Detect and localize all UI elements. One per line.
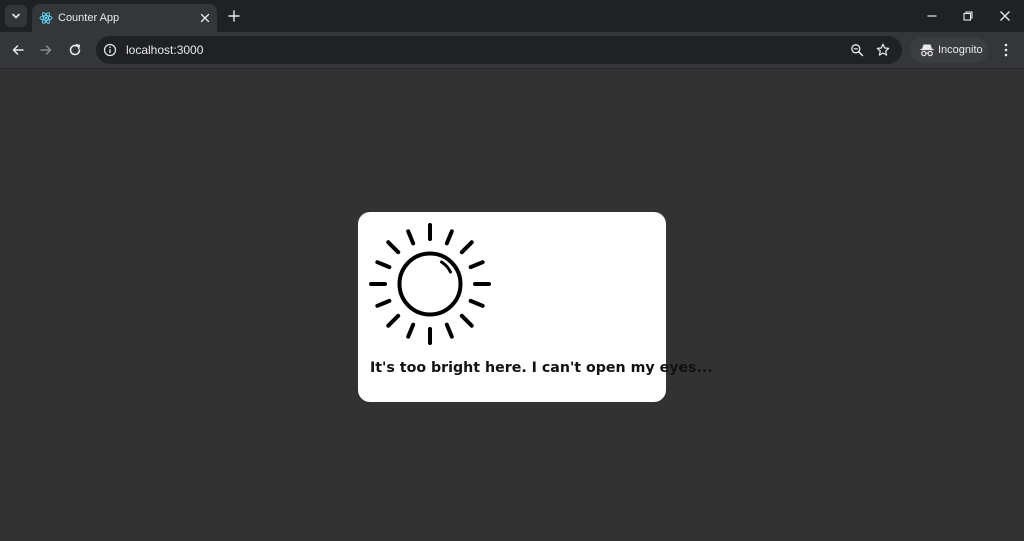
- bookmark-button[interactable]: [875, 42, 891, 58]
- message-card: It's too bright here. I can't open my ey…: [358, 212, 713, 402]
- incognito-label: Incognito: [938, 44, 983, 56]
- browser-tab[interactable]: Counter App: [32, 4, 217, 32]
- sun-ray: [406, 229, 416, 246]
- url-text[interactable]: localhost:3000: [126, 43, 203, 57]
- minimize-button[interactable]: [922, 6, 942, 26]
- sun-icon: [369, 223, 491, 345]
- restore-button[interactable]: [958, 6, 978, 26]
- minimize-icon: [927, 15, 937, 17]
- forward-button[interactable]: [36, 40, 56, 60]
- close-tab-button[interactable]: [197, 10, 213, 26]
- close-window-button[interactable]: [995, 6, 1015, 26]
- sun-ray: [386, 313, 401, 328]
- status-message: It's too bright here. I can't open my ey…: [370, 360, 713, 376]
- plus-icon: [228, 10, 240, 22]
- sun-ray: [468, 260, 485, 270]
- tab-title: Counter App: [58, 12, 120, 24]
- browser-menu-button[interactable]: [998, 40, 1014, 60]
- info-icon[interactable]: [103, 43, 117, 57]
- tab-strip: Counter App: [0, 0, 1024, 32]
- sun-ray: [406, 322, 416, 339]
- address-bar[interactable]: localhost:3000: [96, 36, 902, 64]
- zoom-icon: [851, 44, 864, 57]
- page-content: It's too bright here. I can't open my ey…: [0, 70, 1024, 541]
- sun-ray: [386, 240, 401, 255]
- sun-ray: [375, 260, 392, 270]
- chevron-down-icon: [12, 13, 20, 19]
- reload-button[interactable]: [65, 40, 85, 60]
- sun-ray: [444, 229, 454, 246]
- sun-ray: [468, 298, 485, 308]
- sun-ray: [375, 298, 392, 308]
- back-button[interactable]: [8, 40, 28, 60]
- arrow-left-icon: [12, 45, 24, 55]
- sun-ray: [459, 240, 474, 255]
- sun-ray: [444, 322, 454, 339]
- incognito-icon: [920, 44, 934, 57]
- star-icon: [876, 43, 890, 56]
- new-tab-button[interactable]: [224, 6, 244, 26]
- sun-ray: [459, 313, 474, 328]
- browser-toolbar: localhost:3000 Incognito: [0, 32, 1024, 69]
- tab-search-button[interactable]: [5, 5, 27, 27]
- reload-icon: [69, 44, 81, 56]
- kebab-menu-icon: [1004, 43, 1008, 57]
- react-atom-icon: [39, 12, 53, 24]
- restore-icon: [963, 11, 973, 21]
- close-icon: [1000, 11, 1010, 21]
- zoom-button[interactable]: [849, 42, 865, 58]
- close-icon: [200, 13, 210, 23]
- incognito-indicator[interactable]: Incognito: [910, 37, 988, 63]
- arrow-right-icon: [40, 45, 52, 55]
